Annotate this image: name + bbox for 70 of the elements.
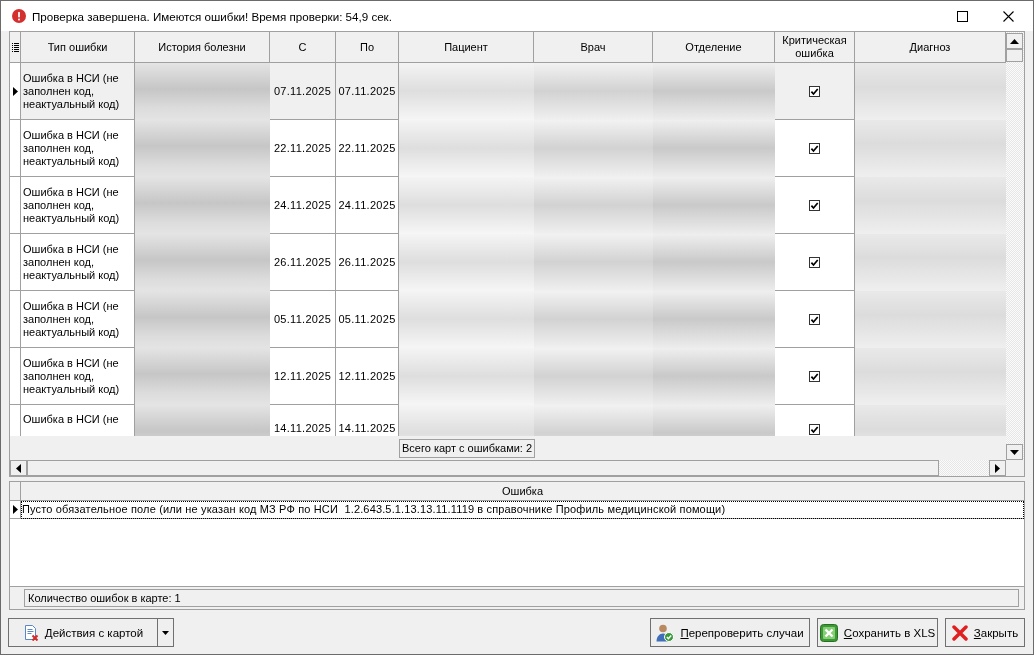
scroll-up-button[interactable] [1006, 33, 1023, 49]
row-header[interactable] [10, 501, 21, 519]
save-xls-button[interactable]: Сохранить в XLS [817, 618, 938, 647]
date-cell: 22.11.2025 [270, 120, 336, 177]
row-pointer-icon [12, 86, 18, 96]
date-cell: 05.11.2025 [270, 291, 336, 348]
checkbox[interactable] [809, 370, 820, 382]
window-title: Проверка завершена. Имеются ошибки! Время проверки: 54,9 сек. [32, 9, 392, 23]
date-cell: 26.11.2025 [336, 234, 399, 291]
scroll-left-button[interactable] [10, 460, 27, 476]
scroll-right-button[interactable] [989, 460, 1006, 476]
date-cell: 24.11.2025 [336, 177, 399, 234]
column-header[interactable]: С [270, 32, 336, 63]
error-type-cell: Ошибка в НСИ (не [21, 405, 135, 436]
date-cell: 24.11.2025 [270, 177, 336, 234]
checkbox[interactable] [809, 256, 820, 268]
total-count-field: Всего карт с ошибками: 2 [399, 438, 536, 458]
close-icon [1002, 10, 1014, 22]
error-type-cell: Ошибка в НСИ (не заполнен код, неактуальный код) [21, 120, 135, 177]
caret-down-icon [1010, 449, 1019, 455]
date-cell: 14.11.2025 [336, 405, 399, 436]
column-header[interactable]: По [336, 32, 399, 63]
date-cell: 22.11.2025 [336, 120, 399, 177]
scroll-down-button[interactable] [1006, 444, 1023, 460]
error-count-field: Количество ошибок в карте: 1 [24, 589, 1019, 607]
column-header[interactable]: Критическая ошибка [775, 32, 855, 63]
checkbox[interactable] [809, 424, 820, 435]
card-actions-button[interactable]: Действия с картой [8, 618, 158, 647]
caret-right-icon [995, 463, 1000, 473]
column-header[interactable]: Тип ошибки [21, 32, 135, 63]
user-check-icon [656, 623, 675, 642]
caret-up-icon [1010, 38, 1019, 44]
date-cell: 26.11.2025 [270, 234, 336, 291]
maximize-icon [956, 10, 968, 22]
caret-left-icon [16, 463, 21, 473]
column-header[interactable]: Диагноз [855, 32, 1006, 63]
column-header[interactable]: История болезни [135, 32, 270, 63]
caret-down-icon [162, 630, 169, 635]
column-chooser-icon[interactable] [11, 42, 19, 52]
vertical-scrollbar[interactable] [1006, 32, 1024, 460]
date-cell: 07.11.2025 [336, 63, 399, 120]
x-tile-icon [819, 623, 838, 642]
scroll-thumb[interactable] [1006, 49, 1023, 62]
document-x-icon [22, 624, 39, 641]
error-type-cell: Ошибка в НСИ (не заполнен код, неактуальный код) [21, 348, 135, 405]
date-cell: 12.11.2025 [270, 348, 336, 405]
column-header[interactable]: Врач [534, 32, 653, 63]
column-header[interactable]: Отделение [653, 32, 775, 63]
checkbox[interactable] [809, 85, 820, 97]
date-cell: 05.11.2025 [336, 291, 399, 348]
error-type-cell: Ошибка в НСИ (не заполнен код, неактуальный код) [21, 234, 135, 291]
error-icon [12, 9, 26, 23]
error-type-cell: Ошибка в НСИ (не заполнен код, неактуальный код) [21, 177, 135, 234]
error-type-cell: Ошибка в НСИ (не заполнен код, неактуальный код) [21, 63, 135, 120]
date-cell: 07.11.2025 [270, 63, 336, 120]
checkbox[interactable] [809, 313, 820, 325]
column-header[interactable]: Ошибка [21, 482, 1024, 501]
recheck-button[interactable]: Перепроверить случаи [650, 618, 810, 647]
row-pointer-icon [12, 505, 18, 514]
column-header[interactable]: Пациент [399, 32, 534, 63]
error-message-cell[interactable]: Пусто обязательное поле (или не указан код МЗ РФ по НСИ 1.2.643.5.1.13.13.11.1119 в справочнике Профиль медицинской помощи) [21, 501, 1024, 519]
close-button[interactable]: Закрыть [945, 618, 1025, 647]
dropdown-button[interactable] [158, 618, 174, 647]
checkbox[interactable] [809, 199, 820, 211]
checkbox[interactable] [809, 142, 820, 154]
scroll-thumb[interactable] [27, 460, 939, 476]
row-header[interactable] [10, 63, 21, 120]
close-icon [951, 624, 968, 641]
date-cell: 12.11.2025 [336, 348, 399, 405]
error-type-cell: Ошибка в НСИ (не заполнен код, неактуальный код) [21, 291, 135, 348]
